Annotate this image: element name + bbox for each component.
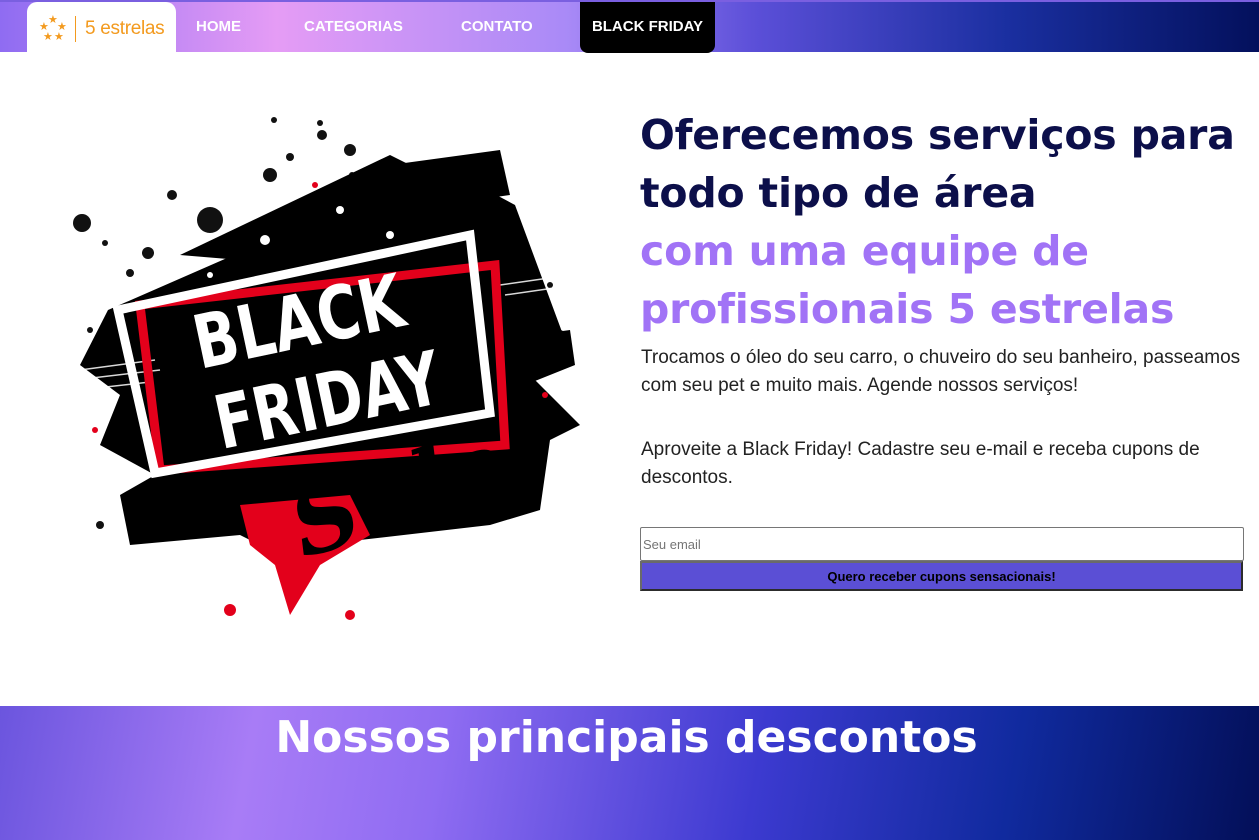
- black-friday-description: Aproveite a Black Friday! Cadastre seu e…: [641, 439, 1200, 488]
- nav-link-categorias[interactable]: CATEGORIAS: [304, 2, 403, 52]
- headline-dark: Oferecemos serviços para todo tipo de ár…: [640, 111, 1235, 217]
- nav-link-contato[interactable]: CONTATO: [461, 2, 533, 52]
- nav-link-black-friday[interactable]: BLACK FRIDAY: [580, 2, 715, 53]
- email-input[interactable]: [640, 527, 1244, 561]
- discounts-section: Nossos principais descontos: [0, 706, 1259, 840]
- black-friday-sale-image: BLACK FRIDAY Sale: [69, 117, 580, 620]
- stars-icon: ★ ★ ★ ★ ★: [39, 14, 67, 43]
- hero-description: Trocamos o óleo do seu carro, o chuveiro…: [641, 347, 1241, 396]
- subscribe-button[interactable]: Quero receber cupons sensacionais!: [640, 561, 1243, 591]
- logo-text: 5 estrelas: [85, 18, 165, 39]
- logo-divider: [75, 16, 76, 42]
- brand-logo[interactable]: ★ ★ ★ ★ ★ 5 estrelas: [27, 2, 176, 56]
- top-navbar: ★ ★ ★ ★ ★ 5 estrelas HOME CATEGORIAS CON…: [0, 0, 1259, 56]
- hero-headline: Oferecemos serviços para todo tipo de ár…: [640, 106, 1250, 338]
- headline-accent: com uma equipe de profissionais 5 estrel…: [640, 227, 1175, 333]
- nav-link-home[interactable]: HOME: [196, 2, 241, 52]
- discounts-title: Nossos principais descontos: [275, 712, 978, 763]
